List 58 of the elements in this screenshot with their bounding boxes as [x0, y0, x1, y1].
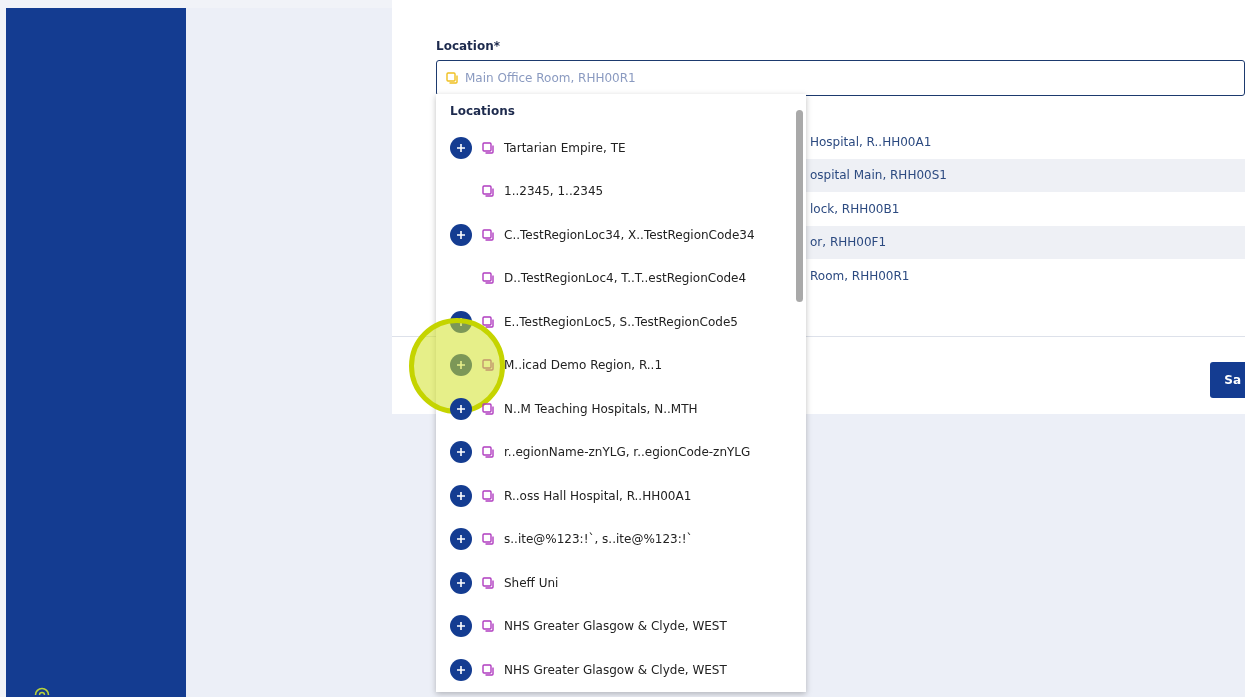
expand-button[interactable] [450, 658, 472, 681]
plus-icon [456, 577, 466, 588]
location-icon [482, 141, 494, 154]
expand-button[interactable] [450, 397, 472, 420]
plus-icon [456, 142, 466, 153]
location-option[interactable]: NHS Greater Glasgow & Clyde, WEST [504, 660, 727, 679]
row-text: lock, RHH00B1 [810, 200, 900, 218]
location-icon [482, 620, 494, 633]
plus-icon [456, 664, 466, 675]
expand-button[interactable] [450, 441, 472, 464]
location-option[interactable]: D..TestRegionLoc4, T..T..estRegionCode4 [504, 269, 747, 288]
location-field[interactable]: Main Office Room, RHH00R1 [436, 60, 1245, 96]
location-option[interactable]: Tartarian Empire, TE [504, 138, 626, 157]
row-text: or, RHH00F1 [810, 234, 887, 252]
location-option[interactable]: M..icad Demo Region, R..1 [504, 356, 663, 375]
expand-button[interactable] [450, 528, 472, 551]
location-option[interactable]: s..ite@%123:!`, s..ite@%123:!` [504, 530, 693, 549]
location-option[interactable]: E..TestRegionLoc5, S..TestRegionCode5 [504, 312, 738, 331]
expand-button[interactable] [450, 223, 472, 246]
help-icon[interactable] [34, 687, 50, 695]
row-text: Hospital, R..HH00A1 [810, 133, 932, 151]
location-option[interactable]: C..TestRegionLoc34, X..TestRegionCode34 [504, 225, 755, 244]
plus-icon [456, 490, 466, 501]
location-option[interactable]: 1..2345, 1..2345 [504, 182, 604, 201]
plus-icon [456, 360, 466, 371]
expand-button[interactable] [450, 136, 472, 159]
plus-icon [456, 229, 466, 240]
location-icon [482, 315, 494, 328]
plus-icon [456, 621, 466, 632]
save-button[interactable]: Sa [1210, 361, 1245, 398]
field-label: Location* [436, 38, 501, 55]
location-icon [482, 489, 494, 502]
location-option[interactable]: NHS Greater Glasgow & Clyde, WEST [504, 617, 727, 636]
location-option[interactable]: R..oss Hall Hospital, R..HH00A1 [504, 486, 692, 505]
location-option[interactable]: N..M Teaching Hospitals, N..MTH [504, 399, 698, 418]
plus-icon [456, 447, 466, 458]
row-text: ospital Main, RHH00S1 [810, 167, 947, 185]
expand-button[interactable] [450, 310, 472, 333]
location-icon [482, 533, 494, 546]
plus-icon [456, 534, 466, 545]
location-option[interactable]: Sheff Uni [504, 573, 559, 592]
location-icon [482, 272, 494, 285]
plus-icon [456, 403, 466, 414]
dropdown-heading: Locations [450, 103, 516, 120]
location-icon [482, 228, 494, 241]
location-icon [482, 185, 494, 198]
row-text: Room, RHH00R1 [810, 267, 910, 285]
location-icon [482, 359, 494, 372]
expand-button[interactable] [450, 615, 472, 638]
location-icon [482, 402, 494, 415]
location-icon [482, 576, 494, 589]
expand-button[interactable] [450, 571, 472, 594]
location-icon [446, 72, 458, 84]
scrollbar-thumb[interactable] [796, 110, 803, 302]
location-icon [482, 446, 494, 459]
location-icon [482, 663, 494, 676]
location-option[interactable]: r..egionName-znYLG, r..egionCode-znYLG [504, 443, 751, 462]
expand-button[interactable] [450, 484, 472, 507]
